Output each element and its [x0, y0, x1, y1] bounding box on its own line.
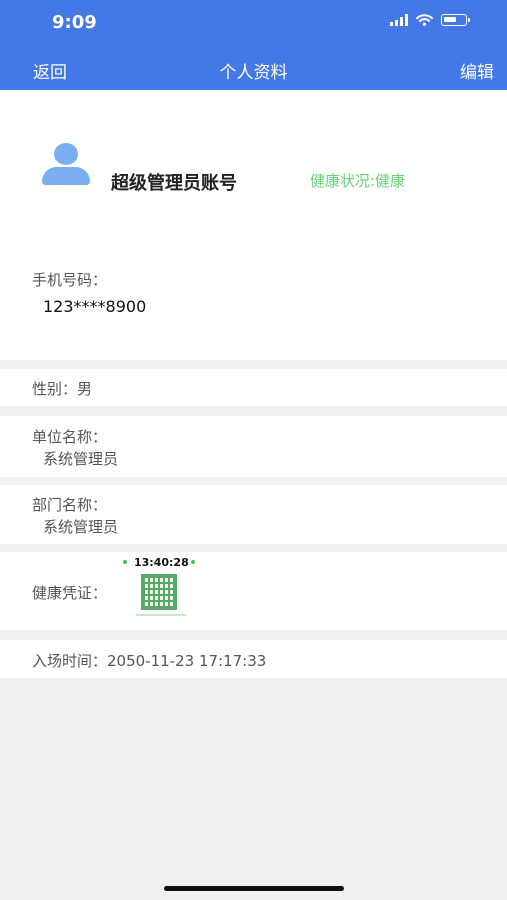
status-dot-icon: [191, 560, 195, 564]
department-label: 部门名称：: [32, 496, 108, 514]
health-code-label: 健康凭证：: [32, 584, 108, 602]
status-time: 9:09: [52, 12, 97, 33]
profile-card: 超级管理员账号 健康状况:健康 手机号码： 123****8900: [0, 90, 507, 360]
back-button[interactable]: 返回: [33, 58, 67, 83]
top-bar: 9:09 返回 个人资料 编辑: [0, 0, 507, 90]
gender-text: 性别：男: [32, 380, 93, 398]
department-row: 部门名称： 系统管理员: [0, 485, 507, 544]
edit-button[interactable]: 编辑: [460, 58, 494, 83]
page-title: 个人资料: [219, 63, 288, 83]
unit-label: 单位名称：: [32, 428, 108, 446]
status-dot-icon: [123, 560, 127, 564]
entry-time-row: 入场时间：2050-11-23 17:17:33: [0, 640, 507, 678]
status-icons: [390, 14, 470, 26]
account-name: 超级管理员账号: [111, 173, 237, 194]
cellular-signal-icon: [390, 14, 408, 26]
phone-value: 123****8900: [43, 297, 147, 316]
avatar-icon: [42, 143, 90, 185]
wifi-icon: [416, 14, 433, 26]
entry-time-text: 入场时间：2050-11-23 17:17:33: [32, 652, 267, 670]
department-value: 系统管理员: [43, 518, 119, 536]
home-indicator[interactable]: [164, 886, 344, 891]
health-code-row: 健康凭证：: [0, 552, 507, 630]
gender-row: 性别：男: [0, 369, 507, 406]
phone-label: 手机号码：: [32, 271, 108, 289]
qr-code-icon: [141, 574, 177, 610]
divider: [136, 614, 186, 616]
health-code-time: 13:40:28: [134, 556, 189, 569]
battery-icon: [441, 14, 470, 26]
unit-row: 单位名称： 系统管理员: [0, 416, 507, 477]
health-status: 健康状况:健康: [310, 172, 406, 190]
health-code-image[interactable]: 13:40:28: [123, 556, 198, 620]
unit-value: 系统管理员: [43, 450, 119, 468]
